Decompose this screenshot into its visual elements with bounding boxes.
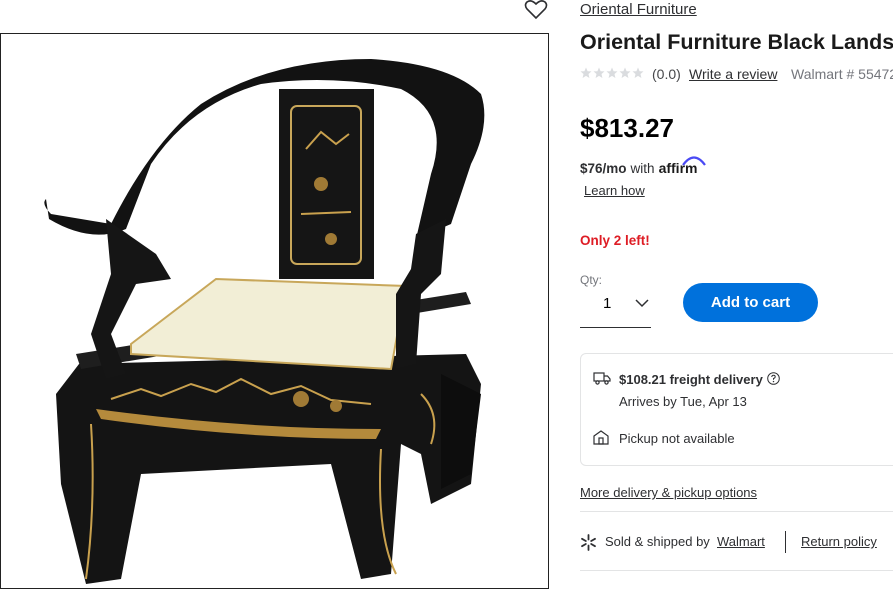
monthly-amount: $76: [580, 161, 603, 176]
write-review-link[interactable]: Write a review: [689, 66, 777, 82]
fulfillment-card: [580, 353, 893, 466]
price: $813.27: [580, 113, 674, 143]
seller-link[interactable]: Walmart: [717, 534, 765, 549]
freight-delivery: $108.21 freight delivery: [619, 372, 763, 387]
heart-icon: [524, 0, 548, 20]
monthly-with: with: [630, 161, 655, 176]
chevron-down-icon: [635, 299, 649, 308]
chair-illustration: [44, 59, 485, 584]
divider: [580, 511, 893, 512]
return-policy-link[interactable]: Return policy: [801, 534, 877, 549]
qty-label: Qty:: [580, 273, 603, 287]
affirm-financing: $76/mo with affirm: [580, 156, 706, 176]
favorite-button[interactable]: [524, 0, 548, 20]
sold-by-label: Sold & shipped by: [605, 534, 710, 549]
monthly-suffix: /mo: [602, 161, 627, 176]
affirm-logo: affirm: [659, 156, 706, 176]
brand-link[interactable]: Oriental Furniture: [580, 1, 697, 18]
product-title: Oriental Furniture Black Landsc: [580, 30, 893, 54]
star-icon: [606, 67, 618, 78]
qty-value: 1: [603, 295, 612, 312]
store-icon: [593, 430, 609, 445]
product-image[interactable]: [0, 33, 549, 589]
info-icon[interactable]: [767, 372, 780, 385]
stock-alert: Only 2 left!: [580, 233, 650, 248]
arrival-date: Arrives by Tue, Apr 13: [619, 394, 747, 409]
learn-how-link[interactable]: Learn how: [584, 183, 645, 198]
item-number: Walmart # 55472: [791, 66, 893, 82]
star-icon: [593, 67, 605, 78]
star-icon: [632, 67, 644, 78]
quantity-select[interactable]: 1: [580, 289, 651, 328]
pickup-status: Pickup not available: [619, 431, 735, 446]
rating-value: (0.0): [652, 66, 681, 82]
rating-stars[interactable]: [580, 67, 644, 81]
truck-icon: [593, 372, 611, 385]
more-delivery-options-link[interactable]: More delivery & pickup options: [580, 485, 757, 500]
star-icon: [580, 67, 592, 78]
star-icon: [619, 67, 631, 78]
affirm-arc-icon: [681, 156, 706, 166]
walmart-spark-icon: [581, 534, 596, 551]
add-to-cart-button[interactable]: Add to cart: [683, 283, 818, 322]
divider: [580, 570, 893, 571]
separator: [785, 531, 786, 553]
